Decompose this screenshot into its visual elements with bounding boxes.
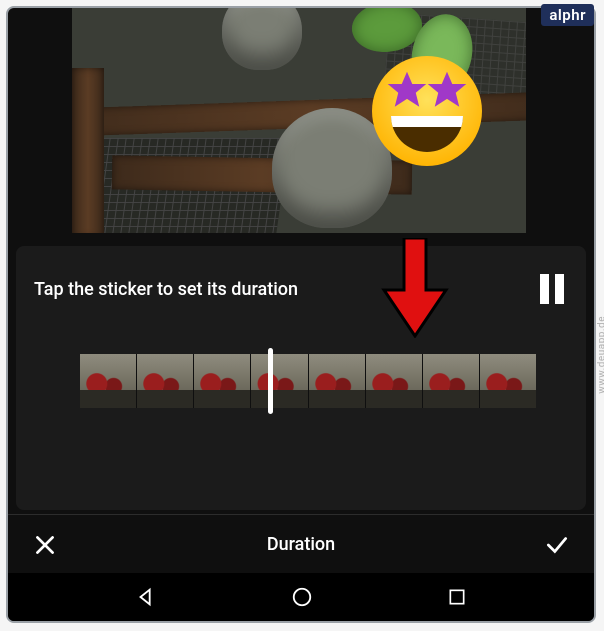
timeline-frame <box>194 354 251 408</box>
source-badge: alphr <box>541 4 594 26</box>
app-frame: Tap the sticker to set its duration Dura… <box>6 6 596 623</box>
star-eyes-emoji-sticker[interactable] <box>372 56 482 166</box>
timeline-frame <box>251 354 308 408</box>
check-icon[interactable] <box>544 532 570 558</box>
recent-button[interactable] <box>447 587 467 607</box>
duration-title: Duration <box>267 534 335 555</box>
video-preview[interactable] <box>72 8 526 233</box>
home-button[interactable] <box>291 586 313 608</box>
pause-icon[interactable] <box>540 274 568 304</box>
timeline-frame <box>80 354 137 408</box>
watermark-text: www.deuapp.de <box>597 316 604 394</box>
timeline-scrubber[interactable] <box>80 354 536 408</box>
timeline-frame <box>137 354 194 408</box>
timeline-frame <box>366 354 423 408</box>
duration-panel: Tap the sticker to set its duration <box>16 246 586 510</box>
timeline-frame <box>309 354 366 408</box>
playhead[interactable] <box>268 348 273 414</box>
close-icon[interactable] <box>32 532 58 558</box>
instruction-arrow <box>380 238 450 338</box>
back-button[interactable] <box>135 586 157 608</box>
hint-text: Tap the sticker to set its duration <box>34 279 298 300</box>
timeline-frame <box>480 354 536 408</box>
timeline-frame <box>423 354 480 408</box>
duration-action-bar: Duration <box>8 514 594 574</box>
android-navbar <box>8 573 594 621</box>
